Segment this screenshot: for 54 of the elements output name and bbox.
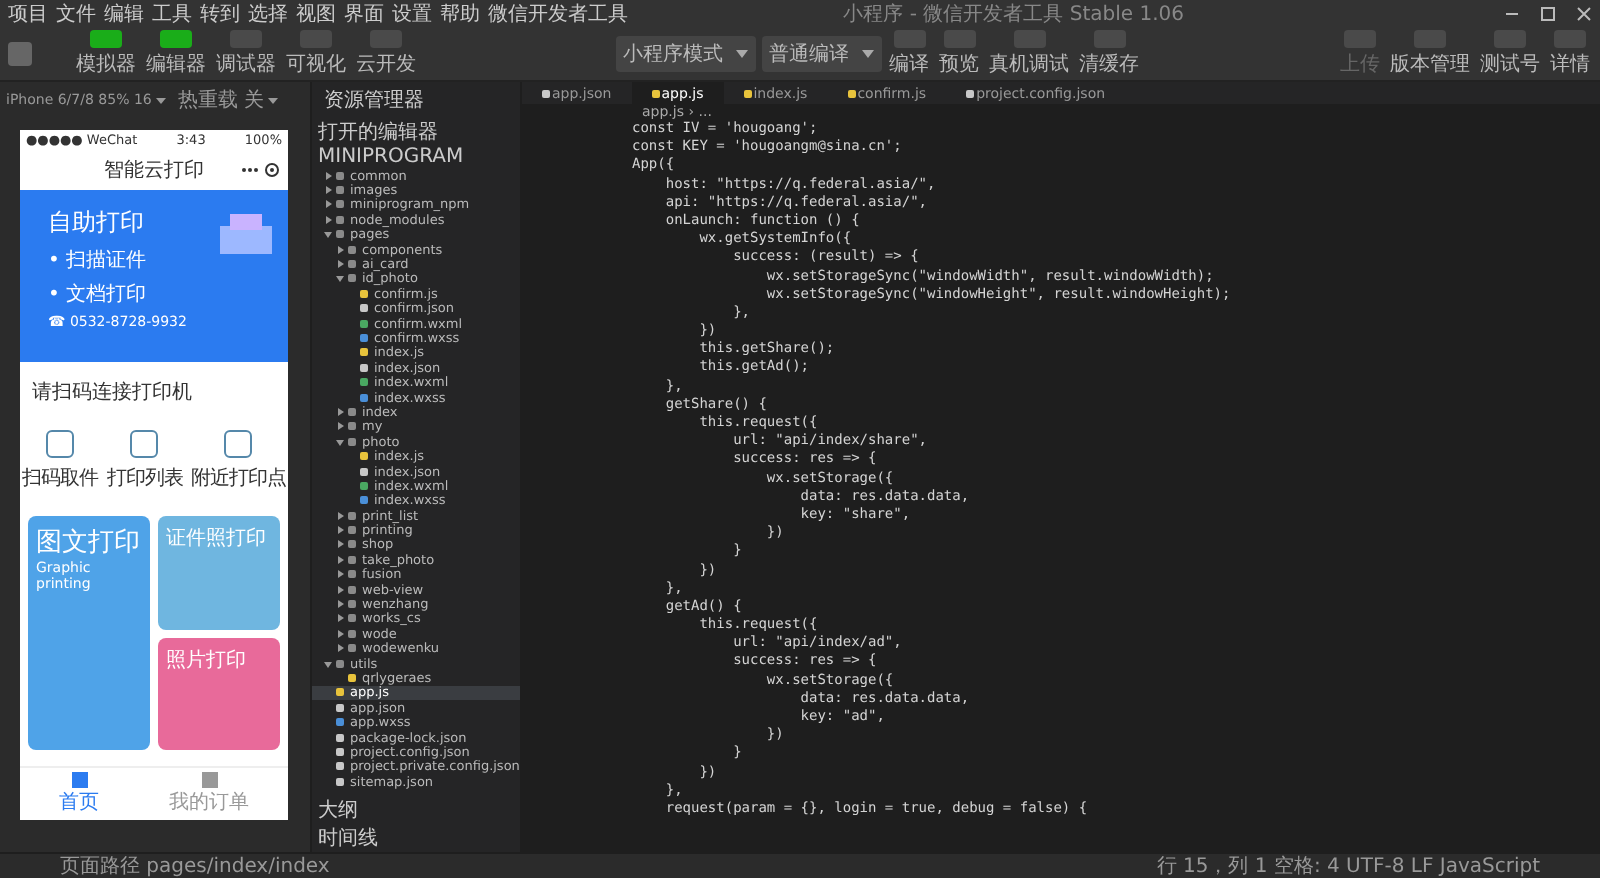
caret-icon [861,50,873,58]
reload-select[interactable]: 热重载 关 [177,86,279,114]
toolbar-button[interactable]: 测试号 [1478,30,1542,78]
menu-item[interactable]: 设置 [392,0,432,28]
explorer-title: 资源管理器 [322,88,426,116]
page-path: 页面路径 pages/index/index [60,854,330,878]
compile-select[interactable]: 普通编译 [761,36,881,72]
section-header[interactable]: MINIPROGRAM [312,146,520,168]
menu-item[interactable]: 界面 [344,0,384,28]
banner-point: • 文档打印 [48,281,147,308]
page-title: 智能云打印 [104,157,204,184]
caret-icon [735,50,747,58]
menu-item[interactable]: 工具 [152,0,192,28]
chevron-down-icon [336,274,344,283]
toolbar-button[interactable]: 真机调试 [987,30,1071,78]
mode-button[interactable]: 编辑器 [144,30,208,78]
menu-item[interactable]: 微信开发者工具 [488,0,628,28]
section-header[interactable]: 打开的编辑器 [312,118,520,146]
tab-bar-item[interactable]: 首页 [59,772,99,816]
grid-item[interactable]: 附近打印点 [191,430,286,492]
capsule-icon[interactable] [238,162,282,178]
chevron-down-icon [324,659,332,668]
grid-item[interactable]: 打印列表 [106,430,183,492]
caret-icon [155,97,166,103]
menu-item[interactable]: 帮助 [440,0,480,28]
menu-item[interactable]: 视图 [296,0,336,28]
maximize-icon[interactable] [1540,6,1556,22]
menu-item[interactable]: 选择 [248,0,288,28]
mode-button[interactable]: 云开发 [354,30,418,78]
chevron-down-icon [324,230,332,239]
mode-button[interactable]: 调试器 [214,30,278,78]
banner-point: • 扫描证件 [48,247,147,274]
menu-item[interactable]: 文件 [56,0,96,28]
grid-item[interactable]: 扫码取件 [22,430,98,492]
menu-item[interactable]: 编辑 [104,0,144,28]
toolbar-button[interactable]: 版本管理 [1388,30,1472,78]
chevron-down-icon [336,437,344,446]
mode-select[interactable]: 小程序模式 [615,36,755,72]
caret-icon [268,97,279,103]
section-header[interactable]: 大纲 [312,796,520,824]
section-header[interactable]: 时间线 [312,824,520,852]
notice-text[interactable]: 请扫码连接打印机 [32,382,192,404]
toolbar-button[interactable]: 预览 [937,30,981,78]
window-title: 小程序 - 微信开发者工具 Stable 1.06 [843,1,1184,28]
mode-button[interactable]: 可视化 [284,30,348,78]
close-icon[interactable] [1576,6,1592,22]
toolbar-button[interactable]: 清缓存 [1077,30,1141,78]
menu-item[interactable]: 转到 [200,0,240,28]
banner-heading: 自助打印 [48,206,144,240]
toolbar-button[interactable]: 编译 [887,30,931,78]
cursor-info: 行 15，列 1 空格: 4 UTF-8 LF JavaScript [1156,853,1540,878]
toolbar-button[interactable]: 详情 [1548,30,1592,78]
mode-button[interactable]: 模拟器 [74,30,138,78]
menu-item[interactable]: 项目 [8,0,48,28]
